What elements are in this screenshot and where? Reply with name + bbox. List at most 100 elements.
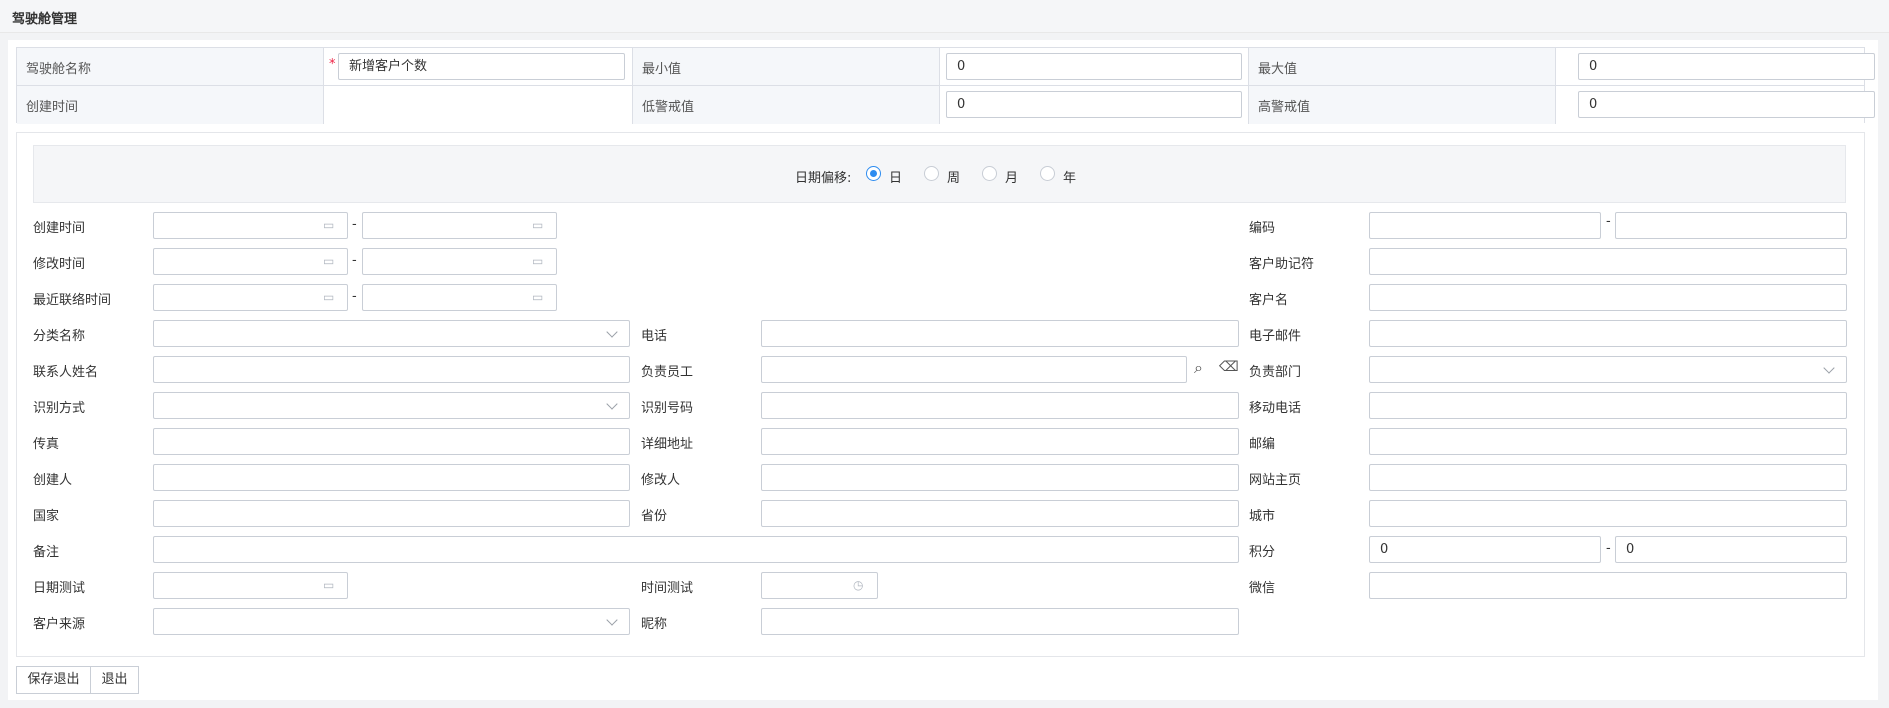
required-mark: * xyxy=(329,57,336,72)
date-offset-label: 日期偏移: xyxy=(795,171,852,186)
max-label: 最大值 xyxy=(1258,62,1298,77)
mobile-input[interactable] xyxy=(1369,392,1847,419)
modify-time-from[interactable] xyxy=(153,248,348,275)
low-warn-input[interactable]: 0 xyxy=(946,91,1242,118)
website-input[interactable] xyxy=(1369,464,1847,491)
phone-input[interactable] xyxy=(761,320,1239,347)
category-select[interactable] xyxy=(153,320,630,347)
code-label: 编码 xyxy=(1249,221,1276,236)
radio-day[interactable] xyxy=(866,166,881,181)
code-to-input[interactable] xyxy=(1615,212,1847,239)
cockpit-name-input[interactable]: 新增客户个数 xyxy=(338,53,625,80)
low-warn-label-cell: 低警戒值 xyxy=(633,86,940,124)
range-separator: - xyxy=(352,289,357,304)
name-label-cell: 驾驶舱名称 xyxy=(17,48,324,86)
contact-name-input[interactable] xyxy=(153,356,630,383)
eraser-icon[interactable]: ⌫ xyxy=(1219,359,1239,375)
province-label: 省份 xyxy=(641,509,668,524)
title-bar: 驾驶舱管理 xyxy=(0,0,1889,33)
modify-time-label: 修改时间 xyxy=(33,257,86,272)
points-from-input[interactable]: 0 xyxy=(1369,536,1601,563)
mnemonic-input[interactable] xyxy=(1369,248,1847,275)
contact-name-label: 联系人姓名 xyxy=(33,365,99,380)
radio-month[interactable] xyxy=(982,166,997,181)
postcode-input[interactable] xyxy=(1369,428,1847,455)
min-value-input[interactable]: 0 xyxy=(946,53,1242,80)
create-time-to[interactable] xyxy=(362,212,557,239)
high-warn-value-cell: 0 xyxy=(1556,86,1875,124)
date-offset-bar: 日期偏移: 日 周 月 年 xyxy=(33,145,1846,203)
customer-source-label: 客户来源 xyxy=(33,617,86,632)
date-test-label: 日期测试 xyxy=(33,581,86,596)
customer-name-label: 客户名 xyxy=(1249,293,1289,308)
radio-year[interactable] xyxy=(1040,166,1055,181)
email-label: 电子邮件 xyxy=(1249,329,1302,344)
search-icon[interactable]: ⌕ xyxy=(1194,358,1203,378)
country-input[interactable] xyxy=(153,500,630,527)
low-warn-label: 低警戒值 xyxy=(642,100,695,115)
created-label: 创建时间 xyxy=(26,100,79,115)
city-label: 城市 xyxy=(1249,509,1276,524)
customer-name-input[interactable] xyxy=(1369,284,1847,311)
creator-input[interactable] xyxy=(153,464,630,491)
max-value-input[interactable]: 0 xyxy=(1578,53,1875,80)
points-label: 积分 xyxy=(1249,545,1276,560)
high-warn-input[interactable]: 0 xyxy=(1578,91,1875,118)
wechat-input[interactable] xyxy=(1369,572,1847,599)
high-warn-label-cell: 高警戒值 xyxy=(1249,86,1556,124)
max-label-cell: 最大值 xyxy=(1249,48,1556,86)
modifier-input[interactable] xyxy=(761,464,1239,491)
fax-label: 传真 xyxy=(33,437,60,452)
code-from-input[interactable] xyxy=(1369,212,1601,239)
id-method-select[interactable] xyxy=(153,392,630,419)
range-separator: - xyxy=(1606,214,1611,229)
remark-label: 备注 xyxy=(33,545,60,560)
category-label: 分类名称 xyxy=(33,329,86,344)
min-label-cell: 最小值 xyxy=(633,48,940,86)
id-method-label: 识别方式 xyxy=(33,401,86,416)
exit-button[interactable]: 退出 xyxy=(90,666,139,694)
clock-icon: ◷ xyxy=(853,578,864,592)
points-to-input[interactable]: 0 xyxy=(1615,536,1847,563)
id-number-input[interactable] xyxy=(761,392,1239,419)
address-input[interactable] xyxy=(761,428,1239,455)
creator-label: 创建人 xyxy=(33,473,73,488)
radio-year-label: 年 xyxy=(1063,171,1077,186)
modifier-label: 修改人 xyxy=(641,473,681,488)
staff-input[interactable] xyxy=(761,356,1187,383)
id-number-label: 识别号码 xyxy=(641,401,694,416)
department-select[interactable] xyxy=(1369,356,1847,383)
radio-month-label: 月 xyxy=(1005,171,1019,186)
customer-source-select[interactable] xyxy=(153,608,630,635)
mobile-label: 移动电话 xyxy=(1249,401,1302,416)
website-label: 网站主页 xyxy=(1249,473,1302,488)
department-label: 负责部门 xyxy=(1249,365,1302,380)
save-exit-button[interactable]: 保存退出 xyxy=(16,666,91,694)
calendar-icon: ▭ xyxy=(323,290,335,304)
last-contact-to[interactable] xyxy=(362,284,557,311)
range-separator: - xyxy=(352,253,357,268)
create-time-from[interactable] xyxy=(153,212,348,239)
cockpit-header-table: 驾驶舱名称 * 新增客户个数 最小值 0 最大值 0 创建时间 低警戒值 0 高… xyxy=(16,47,1875,124)
remark-input[interactable] xyxy=(153,536,1239,563)
radio-week[interactable] xyxy=(924,166,939,181)
nickname-input[interactable] xyxy=(761,608,1239,635)
modify-time-to[interactable] xyxy=(362,248,557,275)
calendar-icon: ▭ xyxy=(323,254,335,268)
province-input[interactable] xyxy=(761,500,1239,527)
name-label: 驾驶舱名称 xyxy=(26,62,92,77)
created-label-cell: 创建时间 xyxy=(17,86,324,124)
fax-input[interactable] xyxy=(153,428,630,455)
create-time-label: 创建时间 xyxy=(33,221,86,236)
calendar-icon: ▭ xyxy=(323,218,335,232)
address-label: 详细地址 xyxy=(641,437,694,452)
nickname-label: 昵称 xyxy=(641,617,668,632)
date-test-input[interactable] xyxy=(153,572,348,599)
city-input[interactable] xyxy=(1369,500,1847,527)
email-input[interactable] xyxy=(1369,320,1847,347)
created-value-cell xyxy=(324,86,633,124)
calendar-icon: ▭ xyxy=(323,578,335,592)
postcode-label: 邮编 xyxy=(1249,437,1276,452)
country-label: 国家 xyxy=(33,509,60,524)
last-contact-from[interactable] xyxy=(153,284,348,311)
